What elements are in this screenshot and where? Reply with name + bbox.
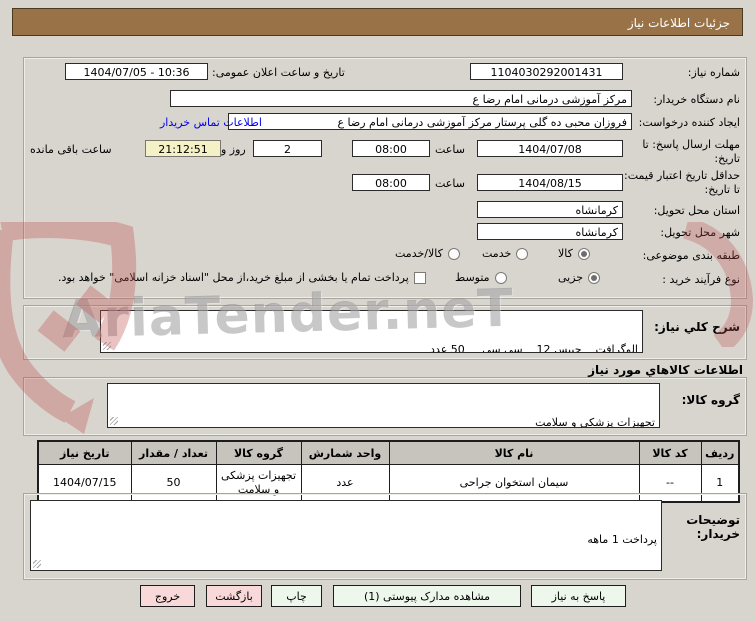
reply-deadline-label: مهلت ارسال پاسخ: تا تاریخ: <box>642 138 740 165</box>
need-desc-textarea[interactable]: الوگرافت چیپس 12 سی سی 50 عدد غیر سنتیک … <box>100 310 643 353</box>
print-button[interactable]: چاپ <box>271 585 322 607</box>
countdown-days-label: روز و <box>221 143 246 156</box>
radio-medium-label: متوسط <box>455 271 490 284</box>
col-unit: واحد شمارش <box>300 440 390 465</box>
reply-deadline-time-field[interactable]: 08:00 <box>352 140 430 157</box>
goods-group-textarea[interactable]: تجهیزات پزشکی و سلامت <box>107 383 660 428</box>
col-group: گروه کالا <box>215 440 302 465</box>
radio-service[interactable]: خدمت <box>482 247 529 260</box>
radio-goods[interactable]: کالا <box>558 247 590 260</box>
radio-goods-service[interactable]: کالا/خدمت <box>395 247 460 260</box>
request-creator-field[interactable]: فروزان محبی ده گلی پرستار مرکز آموزشی در… <box>228 113 632 130</box>
goods-group-value: تجهیزات پزشکی و سلامت <box>535 416 655 428</box>
announce-datetime-label: تاریخ و ساعت اعلان عمومی: <box>212 66 345 79</box>
tender-detail-page: جزئیات اطلاعات نیاز شماره نیاز: 11040302… <box>0 0 755 622</box>
resize-handle-icon[interactable] <box>103 342 111 350</box>
back-button[interactable]: بازگشت <box>206 585 262 607</box>
buyer-notes-label: توضیحات خریدار: <box>686 513 740 541</box>
radio-goods-service-label: کالا/خدمت <box>395 247 443 260</box>
treasury-payment-option[interactable]: پرداخت تمام یا بخشی از مبلغ خرید،از محل … <box>58 271 426 284</box>
countdown-suffix-label: ساعت باقی مانده <box>30 143 112 156</box>
need-number-label: شماره نیاز: <box>687 66 740 79</box>
need-number-field[interactable]: 1104030292001431 <box>470 63 623 80</box>
table-header-row: ردیف کد کالا نام کالا واحد شمارش گروه کا… <box>37 440 740 465</box>
radio-minor[interactable]: جزیی <box>558 271 601 284</box>
buyer-contact-link[interactable]: اطلاعات تماس خریدار <box>160 116 262 129</box>
exit-button[interactable]: خروج <box>140 585 195 607</box>
buyer-org-label: نام دستگاه خریدار: <box>653 93 740 106</box>
buyer-notes-textarea[interactable]: پرداخت 1 ماهه شرایط اختصاصی پیوست شد <box>30 500 662 571</box>
col-item-name: نام کالا <box>388 440 640 465</box>
col-row-number: ردیف <box>700 440 740 465</box>
reply-deadline-date-field[interactable]: 1404/07/08 <box>477 140 623 157</box>
col-need-date: تاریخ نیاز <box>37 440 132 465</box>
countdown-days-field: 2 <box>253 140 322 157</box>
col-item-code: کد کالا <box>638 440 702 465</box>
radio-service-icon[interactable] <box>516 247 529 260</box>
goods-info-header: اطلاعات کالاهاي مورد نياز <box>588 363 743 377</box>
view-attached-docs-button[interactable]: مشاهده مدارک پیوستی (1) <box>333 585 521 607</box>
request-creator-label: ایجاد کننده درخواست: <box>638 116 740 129</box>
reply-to-need-button[interactable]: پاسخ به نیاز <box>531 585 626 607</box>
delivery-city-label: شهر محل تحویل: <box>660 226 740 239</box>
radio-medium-icon[interactable] <box>494 271 507 284</box>
radio-service-label: خدمت <box>482 247 512 260</box>
goods-group-label: گروه کالا: <box>681 393 740 407</box>
subject-class-label: طبقه بندی موضوعی: <box>642 249 740 262</box>
delivery-province-label: استان محل تحویل: <box>653 204 740 217</box>
reply-deadline-time-label: ساعت <box>435 143 465 156</box>
resize-handle-icon[interactable] <box>110 417 118 425</box>
radio-medium[interactable]: متوسط <box>455 271 507 284</box>
radio-goods-icon[interactable] <box>577 247 590 260</box>
need-desc-line1: الوگرافت چیپس 12 سی سی 50 عدد <box>430 343 638 353</box>
need-desc-label: شرح كلي نياز: <box>654 320 740 334</box>
price-validity-label: حداقل تاریخ اعتبار قیمت: تا تاریخ: <box>624 169 740 196</box>
resize-handle-icon[interactable] <box>33 560 41 568</box>
process-type-label: نوع فرآیند خرید : <box>662 273 740 286</box>
price-validity-time-label: ساعت <box>435 177 465 190</box>
buyer-notes-line1: پرداخت 1 ماهه <box>587 533 657 546</box>
delivery-province-field[interactable]: کرمانشاه <box>477 201 623 218</box>
treasury-payment-label: پرداخت تمام یا بخشی از مبلغ خرید،از محل … <box>58 271 409 284</box>
price-validity-time-field[interactable]: 08:00 <box>352 174 430 191</box>
col-quantity: تعداد / مقدار <box>130 440 217 465</box>
announce-datetime-field[interactable]: 1404/07/05 - 10:36 <box>65 63 208 80</box>
delivery-city-field[interactable]: کرمانشاه <box>477 223 623 240</box>
radio-minor-label: جزیی <box>558 271 584 284</box>
radio-goods-service-icon[interactable] <box>447 247 460 260</box>
radio-goods-label: کالا <box>558 247 573 260</box>
countdown-time-field: 21:12:51 <box>145 140 221 157</box>
buyer-org-field[interactable]: مرکز آموزشی درمانی امام رضا ع <box>170 90 632 107</box>
treasury-payment-checkbox[interactable] <box>413 271 426 284</box>
radio-minor-icon[interactable] <box>588 271 601 284</box>
price-validity-date-field[interactable]: 1404/08/15 <box>477 174 623 191</box>
page-title: جزئیات اطلاعات نیاز <box>12 8 743 36</box>
